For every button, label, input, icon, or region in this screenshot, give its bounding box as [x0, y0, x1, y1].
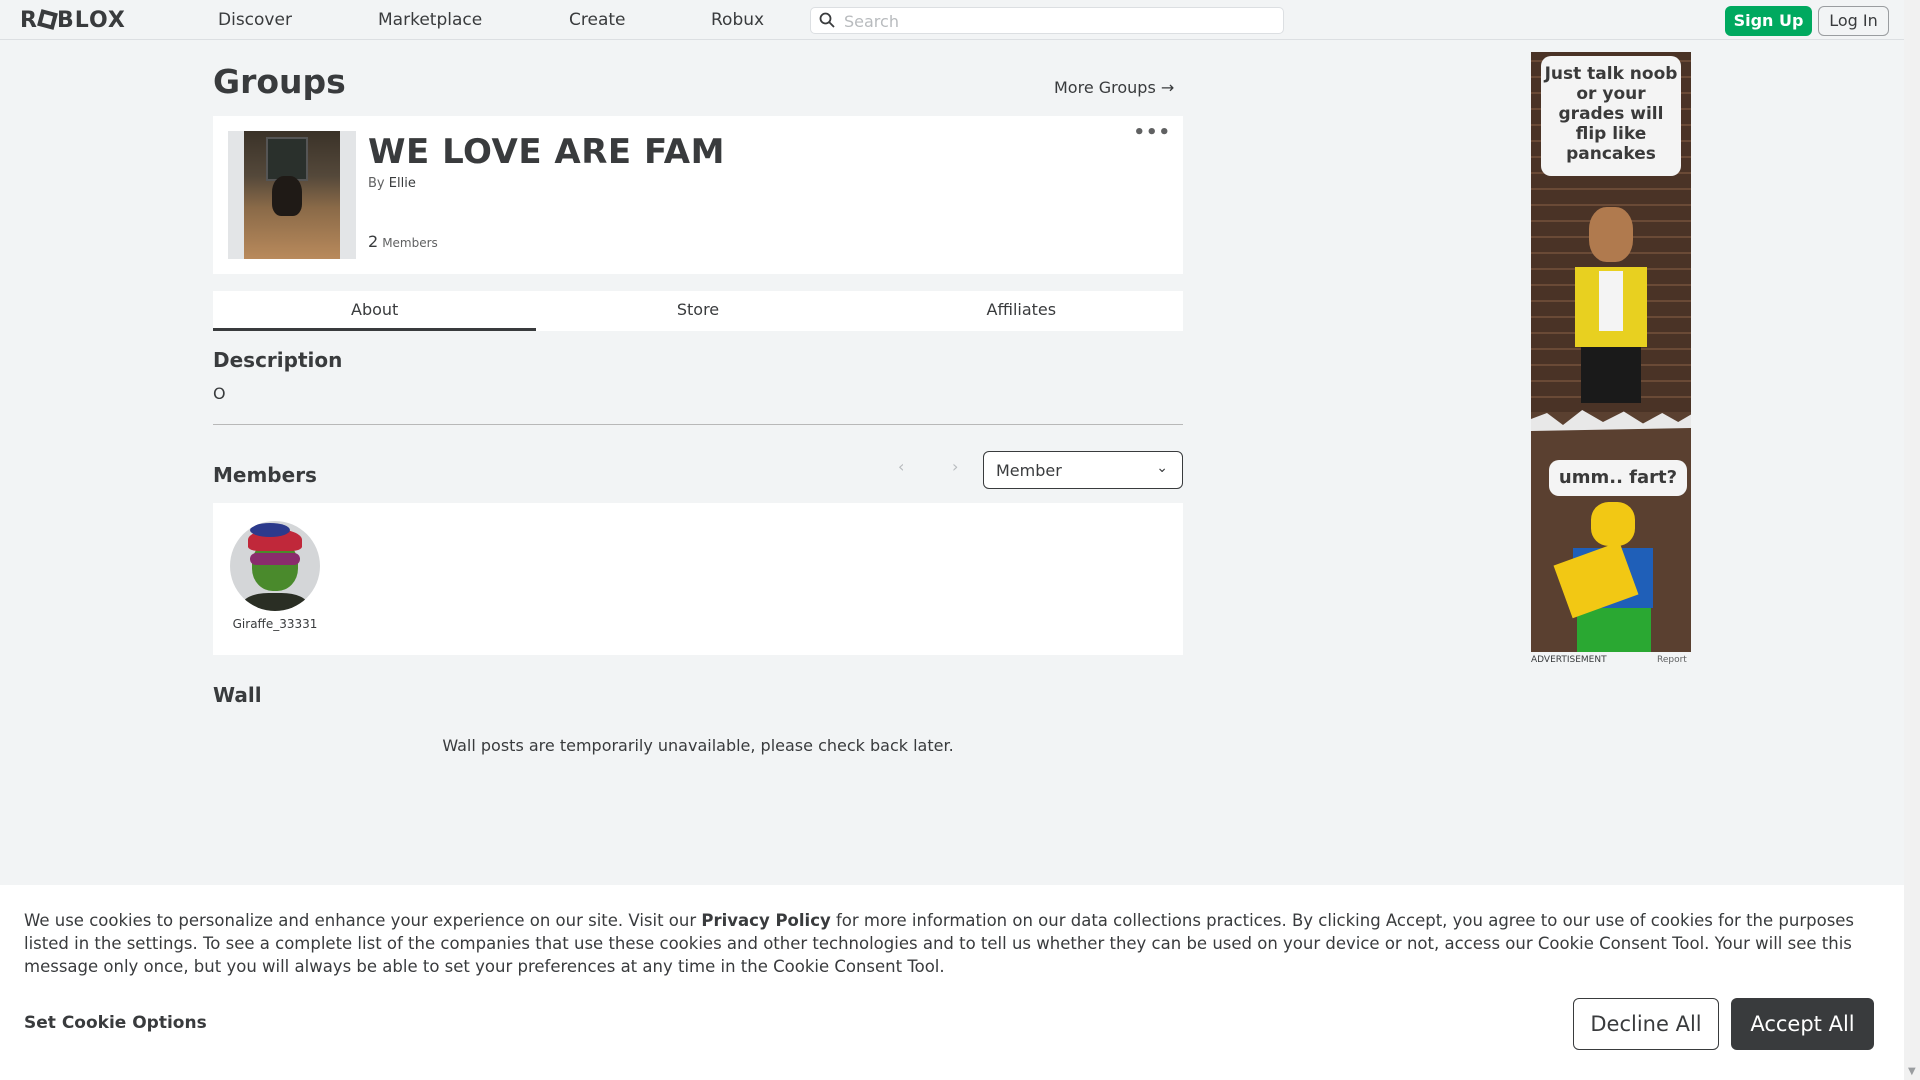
group-name: WE LOVE ARE FAM — [368, 132, 725, 172]
set-cookie-options-link[interactable]: Set Cookie Options — [24, 1013, 207, 1033]
photo-door — [266, 137, 308, 181]
cookie-text-before: We use cookies to personalize and enhanc… — [24, 911, 702, 930]
ad-character-2 — [1541, 492, 1681, 652]
photo-dog — [272, 176, 302, 216]
section-divider — [213, 424, 1183, 425]
wall-heading: Wall — [213, 683, 262, 707]
wall-unavailable-message: Wall posts are temporarily unavailable, … — [442, 736, 954, 755]
roblox-logo[interactable]: R BLOX — [20, 8, 126, 33]
sign-up-button[interactable]: Sign Up — [1725, 6, 1812, 36]
cookie-message: We use cookies to personalize and enhanc… — [24, 909, 1884, 978]
chevron-right-icon[interactable]: › — [952, 457, 958, 476]
cookie-consent-banner: We use cookies to personalize and enhanc… — [0, 885, 1904, 1080]
ad-char2-legs — [1577, 608, 1651, 652]
accept-all-button[interactable]: Accept All — [1731, 998, 1874, 1050]
ad-char1-shirt — [1599, 271, 1623, 331]
member-name[interactable]: Giraffe_33331 — [230, 617, 320, 631]
search-icon[interactable] — [819, 12, 835, 28]
decline-all-button[interactable]: Decline All — [1573, 998, 1719, 1050]
ad-char1-legs — [1581, 347, 1641, 403]
avatar[interactable] — [230, 521, 320, 611]
nav-robux[interactable]: Robux — [711, 10, 764, 30]
group-header-card: WE LOVE ARE FAM By Ellie 2 Members ••• — [213, 116, 1183, 274]
advertisement-label: ADVERTISEMENT — [1531, 655, 1607, 665]
role-select-dropdown[interactable]: Member ⌄ — [983, 451, 1183, 489]
ad-char1-face — [1589, 207, 1633, 262]
nav-marketplace[interactable]: Marketplace — [378, 10, 482, 30]
page-title: Groups — [213, 62, 346, 101]
avatar-glasses — [250, 553, 300, 565]
group-tabs: About Store Affiliates — [213, 291, 1183, 331]
ad-char2-head — [1591, 502, 1635, 546]
report-ad-link[interactable]: Report — [1657, 655, 1687, 665]
avatar-hair — [250, 523, 290, 537]
role-select-value: Member — [996, 461, 1062, 480]
nav-discover[interactable]: Discover — [218, 10, 292, 30]
more-groups-link[interactable]: More Groups → — [1054, 78, 1174, 97]
members-list: Giraffe_33331 — [213, 503, 1183, 655]
tab-affiliates[interactable]: Affiliates — [860, 291, 1183, 331]
top-navigation-bar: R BLOX Discover Marketplace Create Robux … — [0, 0, 1904, 40]
group-owner-line: By Ellie — [368, 176, 416, 191]
tab-about[interactable]: About — [213, 291, 537, 331]
avatar-body — [242, 593, 308, 611]
privacy-policy-link[interactable]: Privacy Policy — [701, 911, 830, 930]
members-heading: Members — [213, 463, 317, 487]
nav-create[interactable]: Create — [569, 10, 626, 30]
group-photo — [244, 131, 340, 259]
ad-speech-bubble-2: umm.. fart? — [1549, 460, 1687, 496]
advertisement-banner[interactable]: Just talk noob or your grades will flip … — [1531, 52, 1691, 652]
description-heading: Description — [213, 348, 343, 372]
scroll-down-arrow-icon[interactable]: ▼ — [1908, 1066, 1916, 1077]
chevron-left-icon[interactable]: ‹ — [898, 457, 904, 476]
log-in-button[interactable]: Log In — [1818, 6, 1889, 36]
ad-speech-bubble-1: Just talk noob or your grades will flip … — [1541, 56, 1681, 176]
member-count-value: 2 — [368, 232, 379, 251]
owner-link[interactable]: Ellie — [389, 176, 416, 191]
member-count-label: Members — [382, 236, 438, 250]
more-options-icon[interactable]: ••• — [1133, 122, 1171, 143]
member-count: 2 Members — [368, 232, 438, 251]
by-label: By — [368, 176, 385, 191]
search-input[interactable] — [844, 10, 1274, 32]
group-emblem-image — [228, 131, 356, 259]
logo-o-icon — [37, 9, 58, 30]
chevron-down-icon: ⌄ — [1156, 460, 1168, 476]
search-box — [810, 7, 1284, 34]
ad-character-1 — [1561, 201, 1661, 407]
member-card[interactable]: Giraffe_33331 — [230, 521, 320, 631]
description-text: O — [213, 384, 226, 403]
page-scrollbar[interactable] — [1904, 0, 1920, 1080]
tab-store[interactable]: Store — [536, 291, 859, 331]
